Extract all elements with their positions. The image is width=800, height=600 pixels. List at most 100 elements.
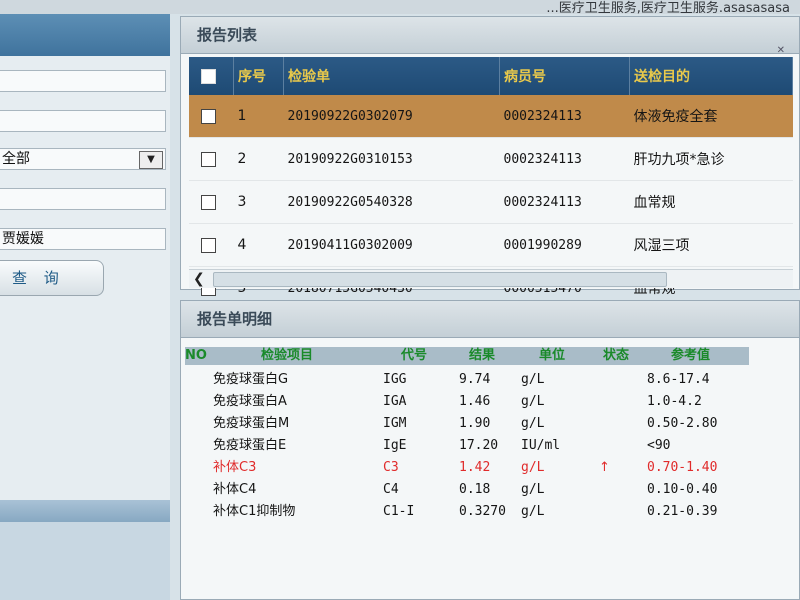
detail-row-ref: 8.6-17.4 <box>647 372 710 387</box>
detail-row-item: 免疫球蛋白G <box>213 372 289 387</box>
detail-row-unit: g/L <box>521 482 545 497</box>
detail-row-item: 补体C1抑制物 <box>213 504 296 519</box>
report-row-checkbox[interactable] <box>201 237 216 253</box>
detail-col-ref: 参考值 <box>671 348 711 363</box>
report-row-checkbox[interactable] <box>201 194 216 210</box>
detail-row-item: 补体C3 <box>213 460 257 475</box>
detail-row[interactable]: 免疫球蛋白G IGG 9.74 g/L 8.6-17.4 <box>181 369 781 391</box>
report-row-sample: 20190922G0310153 <box>283 137 500 181</box>
report-row[interactable]: 3 20190922G0540328 0002324113 血常规 <box>189 180 793 224</box>
left-bottom-bar <box>0 500 170 522</box>
report-row-checkbox-cell[interactable] <box>189 223 234 267</box>
detail-row[interactable]: 免疫球蛋白M IGM 1.90 g/L 0.50-2.80 <box>181 413 781 435</box>
patient-name-value: 贾媛媛 <box>2 231 44 247</box>
detail-row-unit: g/L <box>521 416 545 431</box>
detail-col-unit: 单位 <box>539 348 566 363</box>
detail-row[interactable]: 补体C4 C4 0.18 g/L 0.10-0.40 <box>181 479 781 501</box>
report-row[interactable]: 1 20190922G0302079 0002324113 体液免疫全套 <box>189 95 793 138</box>
report-row-patient: 0001990289 <box>499 223 630 267</box>
detail-row-code: IgE <box>383 438 407 453</box>
detail-col-item: 检验项目 <box>261 348 314 363</box>
detail-row-unit: IU/ml <box>521 438 561 453</box>
report-list-panel: 报告列表 ✕ 序号 检验单 病员号 送检目的 1 20190922G0302079… <box>180 16 800 310</box>
report-row-patient: 0002324113 <box>499 180 630 224</box>
detail-row-unit: g/L <box>521 372 545 387</box>
col-header-no[interactable]: 序号 <box>233 57 284 95</box>
detail-row-item: 免疫球蛋白A <box>213 394 287 409</box>
detail-row-item: 免疫球蛋白E <box>213 438 287 453</box>
detail-row-unit: g/L <box>521 460 545 475</box>
detail-col-status: 状态 <box>603 348 630 363</box>
detail-row-status: ↑ <box>599 460 610 475</box>
detail-row-code: IGA <box>383 394 407 409</box>
report-row-purpose: 肝功九项*急诊 <box>629 137 793 181</box>
scroll-left-icon[interactable]: ❮ <box>193 270 205 288</box>
col-header-purpose[interactable]: 送检目的 <box>629 57 793 95</box>
detail-row[interactable]: 补体C1抑制物 C1-I 0.3270 g/L 0.21-0.39 <box>181 501 781 523</box>
detail-row-item: 免疫球蛋白M <box>213 416 290 431</box>
detail-row-ref: 0.70-1.40 <box>647 460 718 475</box>
detail-row-code: C3 <box>383 460 399 475</box>
report-row-no: 2 <box>233 137 284 181</box>
dept-select[interactable]: 全部 ▼ <box>0 148 166 170</box>
detail-row-code: C4 <box>383 482 399 497</box>
report-row-checkbox[interactable] <box>201 151 216 167</box>
query-button[interactable]: 查 询 <box>0 260 104 296</box>
detail-row-code: IGM <box>383 416 407 431</box>
detail-row-result: 1.46 <box>459 394 491 409</box>
search-panel-header <box>0 14 170 56</box>
detail-row[interactable]: 免疫球蛋白E IgE 17.20 IU/ml <90 <box>181 435 781 457</box>
detail-row-ref: <90 <box>647 438 671 453</box>
search-field-4[interactable] <box>0 188 166 210</box>
report-row-checkbox-cell[interactable] <box>189 180 234 224</box>
dept-select-value: 全部 <box>2 151 30 167</box>
report-row[interactable]: 4 20190411G0302009 0001990289 风湿三项 <box>189 223 793 267</box>
detail-col-result: 结果 <box>469 348 496 363</box>
report-row-no: 1 <box>233 95 284 138</box>
report-row[interactable]: 2 20190922G0310153 0002324113 肝功九项*急诊 <box>189 137 793 181</box>
chevron-down-icon[interactable]: ▼ <box>139 151 163 169</box>
report-row-patient: 0002324113 <box>499 95 630 138</box>
scrollbar-thumb[interactable] <box>213 272 667 287</box>
report-detail-title: 报告单明细 <box>181 301 799 338</box>
search-field-1[interactable] <box>0 70 166 92</box>
detail-row-result: 9.74 <box>459 372 491 387</box>
detail-row-ref: 0.10-0.40 <box>647 482 718 497</box>
detail-row-unit: g/L <box>521 504 545 519</box>
detail-row-result: 1.42 <box>459 460 491 475</box>
detail-col-code: 代号 <box>401 348 428 363</box>
detail-row-unit: g/L <box>521 394 545 409</box>
report-list-title: 报告列表 <box>181 17 799 54</box>
detail-col-no: NO <box>185 348 207 363</box>
detail-row-item: 补体C4 <box>213 482 257 497</box>
report-row-purpose: 血常规 <box>629 180 793 224</box>
search-panel: 全部 ▼ 贾媛媛 查 询 <box>0 14 170 600</box>
report-row-patient: 0002324113 <box>499 137 630 181</box>
col-header-patient[interactable]: 病员号 <box>499 57 630 95</box>
banner-text: ...医疗卫生服务,医疗卫生服务.asasasasa <box>546 1 790 14</box>
col-header-sample[interactable]: 检验单 <box>283 57 500 95</box>
select-all-checkbox[interactable] <box>201 68 216 84</box>
report-row-no: 4 <box>233 223 284 267</box>
detail-row-ref: 0.50-2.80 <box>647 416 718 431</box>
pin-icon[interactable]: ✕ <box>777 45 785 56</box>
report-row-purpose: 体液免疫全套 <box>629 95 793 138</box>
report-row-checkbox-cell[interactable] <box>189 137 234 181</box>
horizontal-scrollbar[interactable]: ❮ <box>189 269 793 288</box>
report-row-purpose: 风湿三项 <box>629 223 793 267</box>
search-field-2[interactable] <box>0 110 166 132</box>
detail-row-code: C1-I <box>383 504 415 519</box>
detail-row-result: 0.3270 <box>459 504 506 519</box>
patient-name-field[interactable]: 贾媛媛 <box>0 228 166 250</box>
report-row-checkbox[interactable] <box>201 108 216 124</box>
detail-row-result: 0.18 <box>459 482 491 497</box>
report-row-sample: 20190411G0302009 <box>283 223 500 267</box>
detail-row[interactable]: 补体C3 C3 1.42 g/L ↑ 0.70-1.40 <box>181 457 781 479</box>
detail-row[interactable]: 免疫球蛋白A IGA 1.46 g/L 1.0-4.2 <box>181 391 781 413</box>
report-row-sample: 20190922G0540328 <box>283 180 500 224</box>
report-row-checkbox-cell[interactable] <box>189 95 234 138</box>
report-row-no: 3 <box>233 180 284 224</box>
top-banner: ...医疗卫生服务,医疗卫生服务.asasasasa <box>0 0 800 14</box>
select-all-checkbox-cell[interactable] <box>189 57 234 95</box>
report-row-sample: 20190922G0302079 <box>283 95 500 138</box>
